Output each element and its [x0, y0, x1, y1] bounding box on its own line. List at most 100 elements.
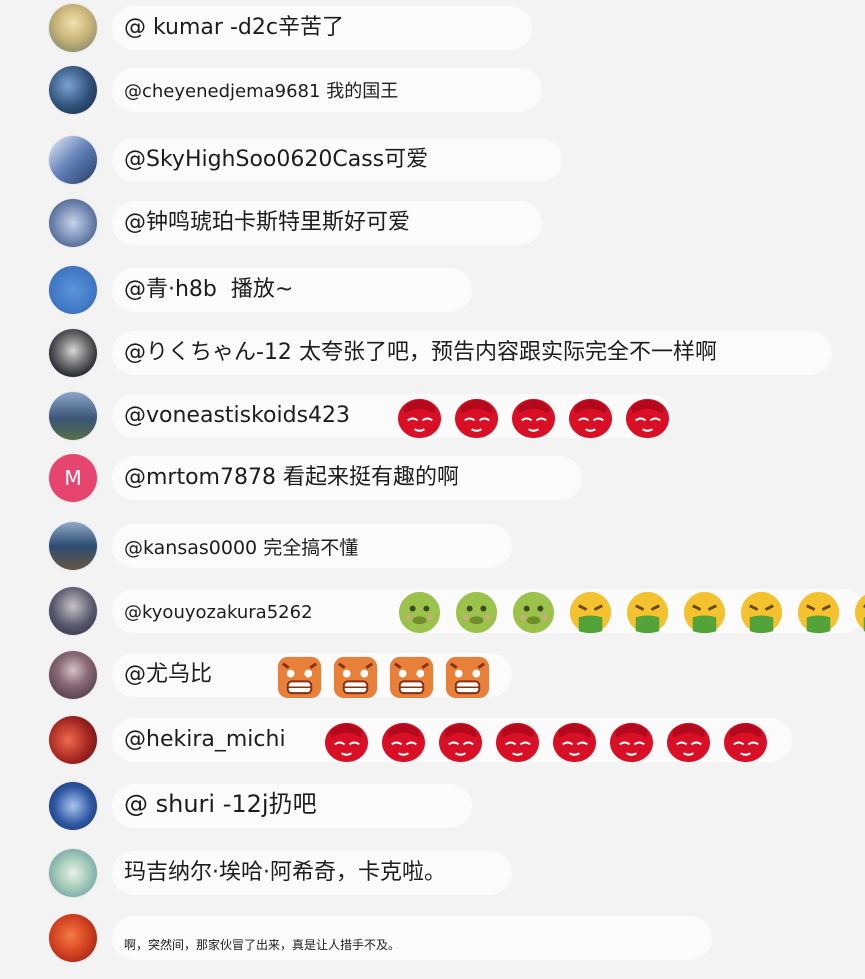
comment-user[interactable]: @ kumar: [124, 15, 223, 40]
comment-row: @SkyHighSoo0620Cass可爱: [0, 132, 865, 188]
avatar[interactable]: [49, 716, 97, 764]
emoji-group: [395, 588, 865, 637]
vomiting-face-emoji-icon: [797, 591, 840, 634]
avatar[interactable]: [49, 136, 97, 184]
comment-body: 可爱: [384, 147, 429, 172]
vomiting-face-emoji-icon: [683, 591, 726, 634]
shocked-face-emoji-icon: [389, 656, 434, 699]
comment-text: @SkyHighSoo0620Cass可爱: [124, 146, 428, 174]
comment-feed: @ kumar -d2c辛苦了 @cheyenedjema9681 我的国王 @…: [0, 0, 865, 979]
comment-text: @hekira_michi: [124, 726, 286, 754]
nauseated-face-emoji-icon: [512, 591, 555, 634]
avatar[interactable]: [49, 4, 97, 52]
comment-text: @ kumar -d2c辛苦了: [124, 14, 344, 42]
comment-user[interactable]: @kansas0000: [124, 537, 257, 559]
avatar[interactable]: [49, 199, 97, 247]
comment-text: @尤乌比: [124, 661, 212, 689]
comment-row: @尤乌比: [0, 647, 865, 703]
avatar-letter: M: [64, 466, 82, 490]
red-sleepy-emoji-icon: [454, 398, 499, 439]
avatar[interactable]: [49, 392, 97, 440]
comment-row: @ kumar -d2c辛苦了: [0, 0, 865, 56]
red-sleepy-emoji-icon: [381, 722, 426, 763]
comment-row: 玛吉纳尔·埃哈·阿希奇，卡克啦。: [0, 845, 865, 901]
comment-body: 啊，突然间，那家伙冒了出来，真是让人措手不及。: [124, 938, 401, 952]
comment-body: -12j扔吧: [222, 790, 317, 818]
vomiting-face-emoji-icon: [854, 594, 865, 632]
red-sleepy-emoji-icon: [495, 722, 540, 763]
avatar[interactable]: [49, 914, 97, 962]
comment-row: 啊，突然间，那家伙冒了出来，真是让人措手不及。: [0, 910, 865, 966]
comment-text: @voneastiskoids423: [124, 402, 350, 430]
comment-text: 啊，突然间，那家伙冒了出来，真是让人措手不及。: [124, 931, 400, 959]
avatar[interactable]: [49, 587, 97, 635]
comment-user[interactable]: @cheyenedjema9681: [124, 81, 320, 102]
comment-user[interactable]: @SkyHighSoo0620Cass: [124, 147, 384, 172]
comment-row: @ shuri -12j扔吧: [0, 778, 865, 834]
comment-text: @钟鸣琥珀卡斯特里斯好可爱: [124, 209, 410, 237]
emoji-group: [395, 393, 672, 442]
shocked-face-emoji-icon: [445, 656, 490, 699]
comment-text: @kyouyozakura5262: [124, 599, 313, 627]
comment-row: @cheyenedjema9681 我的国王: [0, 62, 865, 118]
comment-text: 玛吉纳尔·埃哈·阿希奇，卡克啦。: [124, 859, 446, 887]
avatar[interactable]: [49, 329, 97, 377]
comment-body: 太夸张了吧，预告内容跟实际完全不一样啊: [298, 340, 717, 365]
comment-user[interactable]: @kyouyozakura5262: [124, 602, 313, 623]
shocked-face-emoji-icon: [277, 656, 322, 699]
avatar[interactable]: [49, 522, 97, 570]
red-sleepy-emoji-icon: [324, 722, 369, 763]
comment-row: @青·h8b 播放~: [0, 262, 865, 318]
comment-user[interactable]: @りくちゃん-12: [124, 340, 292, 365]
comment-row: @kansas0000 完全搞不懂: [0, 518, 865, 574]
comment-user[interactable]: @钟鸣琥珀卡斯特里斯: [124, 210, 344, 235]
nauseated-face-emoji-icon: [398, 591, 441, 634]
comment-body: 玛吉纳尔·埃哈·阿希奇，卡克啦。: [124, 860, 446, 885]
red-sleepy-emoji-icon: [511, 398, 556, 439]
comment-text: @ shuri -12j扔吧: [124, 790, 317, 818]
comment-user[interactable]: @ shuri: [124, 790, 215, 818]
emoji-group: [275, 652, 492, 701]
red-sleepy-emoji-icon: [552, 722, 597, 763]
comment-body: 看起来挺有趣的啊: [282, 465, 459, 490]
comment-body: 我的国王: [326, 81, 399, 102]
avatar[interactable]: M: [49, 454, 97, 502]
red-sleepy-emoji-icon: [625, 398, 670, 439]
red-sleepy-emoji-icon: [568, 398, 613, 439]
comment-text: @kansas0000 完全搞不懂: [124, 534, 358, 562]
comment-body: 完全搞不懂: [263, 537, 359, 559]
comment-text: @りくちゃん-12 太夸张了吧，预告内容跟实际完全不一样啊: [124, 339, 717, 367]
vomiting-face-emoji-icon: [569, 591, 612, 634]
vomiting-face-emoji-icon: [626, 591, 669, 634]
comment-row: @kyouyozakura5262: [0, 583, 865, 639]
avatar[interactable]: [49, 66, 97, 114]
avatar[interactable]: [49, 782, 97, 830]
avatar[interactable]: [49, 266, 97, 314]
comment-row: @voneastiskoids423: [0, 388, 865, 444]
red-sleepy-emoji-icon: [609, 722, 654, 763]
vomiting-face-emoji-icon: [740, 591, 783, 634]
nauseated-face-emoji-icon: [455, 591, 498, 634]
comment-row: @hekira_michi: [0, 712, 865, 768]
comment-text: @cheyenedjema9681 我的国王: [124, 78, 398, 106]
comment-row: @りくちゃん-12 太夸张了吧，预告内容跟实际完全不一样啊: [0, 325, 865, 381]
shocked-face-emoji-icon: [333, 656, 378, 699]
comment-row: @钟鸣琥珀卡斯特里斯好可爱: [0, 195, 865, 251]
comment-text: @青·h8b 播放~: [124, 276, 293, 304]
comment-body: -d2c辛苦了: [229, 15, 344, 40]
comment-body: 好可爱: [344, 210, 411, 235]
red-sleepy-emoji-icon: [397, 398, 442, 439]
comment-user[interactable]: @mrtom7878: [124, 465, 276, 490]
comment-user[interactable]: @voneastiskoids423: [124, 403, 350, 428]
red-sleepy-emoji-icon: [666, 722, 711, 763]
comment-user[interactable]: @hekira_michi: [124, 727, 286, 752]
comment-user[interactable]: @青·h8b: [124, 277, 217, 302]
emoji-group: [322, 717, 770, 766]
avatar[interactable]: [49, 651, 97, 699]
comment-row: M @mrtom7878 看起来挺有趣的啊: [0, 450, 865, 506]
comment-body: 播放~: [230, 277, 294, 302]
comment-text: @mrtom7878 看起来挺有趣的啊: [124, 464, 459, 492]
comment-user[interactable]: @尤乌比: [124, 662, 212, 687]
red-sleepy-emoji-icon: [723, 722, 768, 763]
avatar[interactable]: [49, 849, 97, 897]
